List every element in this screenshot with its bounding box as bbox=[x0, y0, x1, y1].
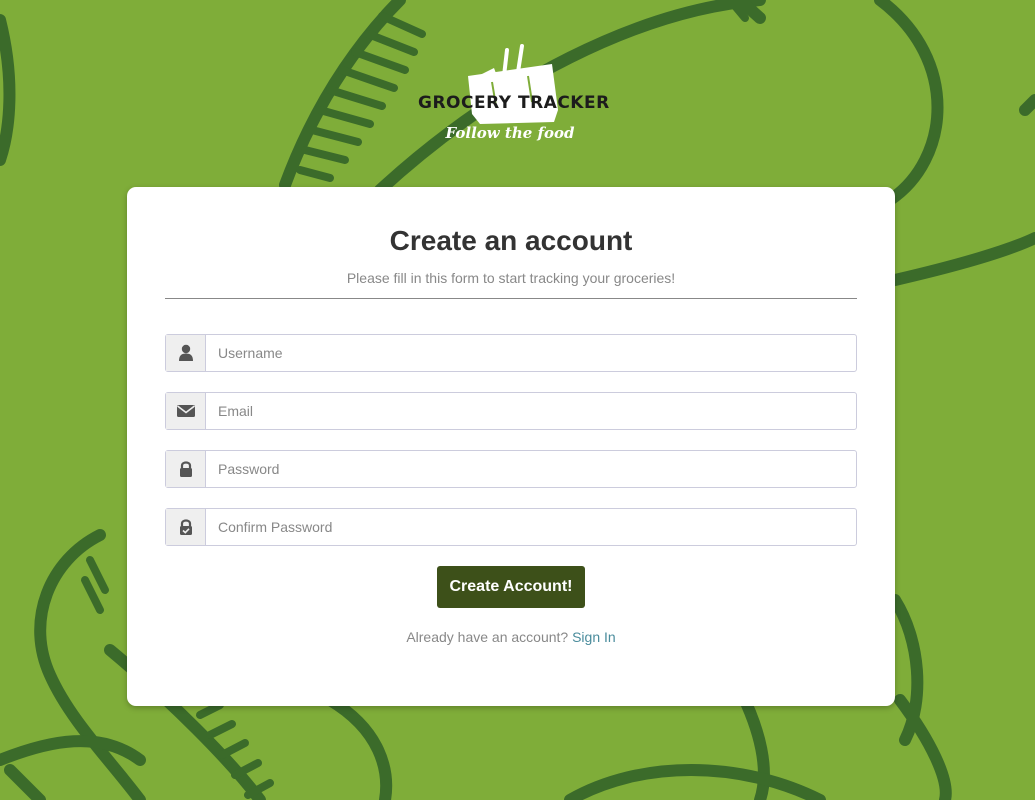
email-field bbox=[165, 392, 857, 430]
username-input[interactable] bbox=[206, 335, 856, 371]
envelope-icon bbox=[166, 393, 206, 429]
user-icon bbox=[166, 335, 206, 371]
confirm-password-field bbox=[165, 508, 857, 546]
lock-check-icon bbox=[166, 509, 206, 545]
signin-prompt-text: Already have an account? bbox=[406, 629, 569, 645]
confirm-password-input[interactable] bbox=[206, 509, 856, 545]
username-field bbox=[165, 334, 857, 372]
email-input[interactable] bbox=[206, 393, 856, 429]
sign-in-link[interactable]: Sign In bbox=[572, 629, 616, 645]
signup-card: Create an account Please fill in this fo… bbox=[127, 187, 895, 706]
brand-logo: GROCERY TRACKER Follow the food bbox=[410, 40, 610, 150]
divider bbox=[165, 298, 857, 299]
signin-prompt: Already have an account? Sign In bbox=[127, 629, 895, 645]
brand-name: GROCERY TRACKER bbox=[418, 93, 610, 113]
create-account-button[interactable]: Create Account! bbox=[437, 566, 585, 608]
brand-tagline: Follow the food bbox=[445, 124, 575, 142]
page-title: Create an account bbox=[389, 225, 633, 256]
password-input[interactable] bbox=[206, 451, 856, 487]
form-subtitle: Please fill in this form to start tracki… bbox=[346, 270, 676, 286]
password-field bbox=[165, 450, 857, 488]
lock-icon bbox=[166, 451, 206, 487]
